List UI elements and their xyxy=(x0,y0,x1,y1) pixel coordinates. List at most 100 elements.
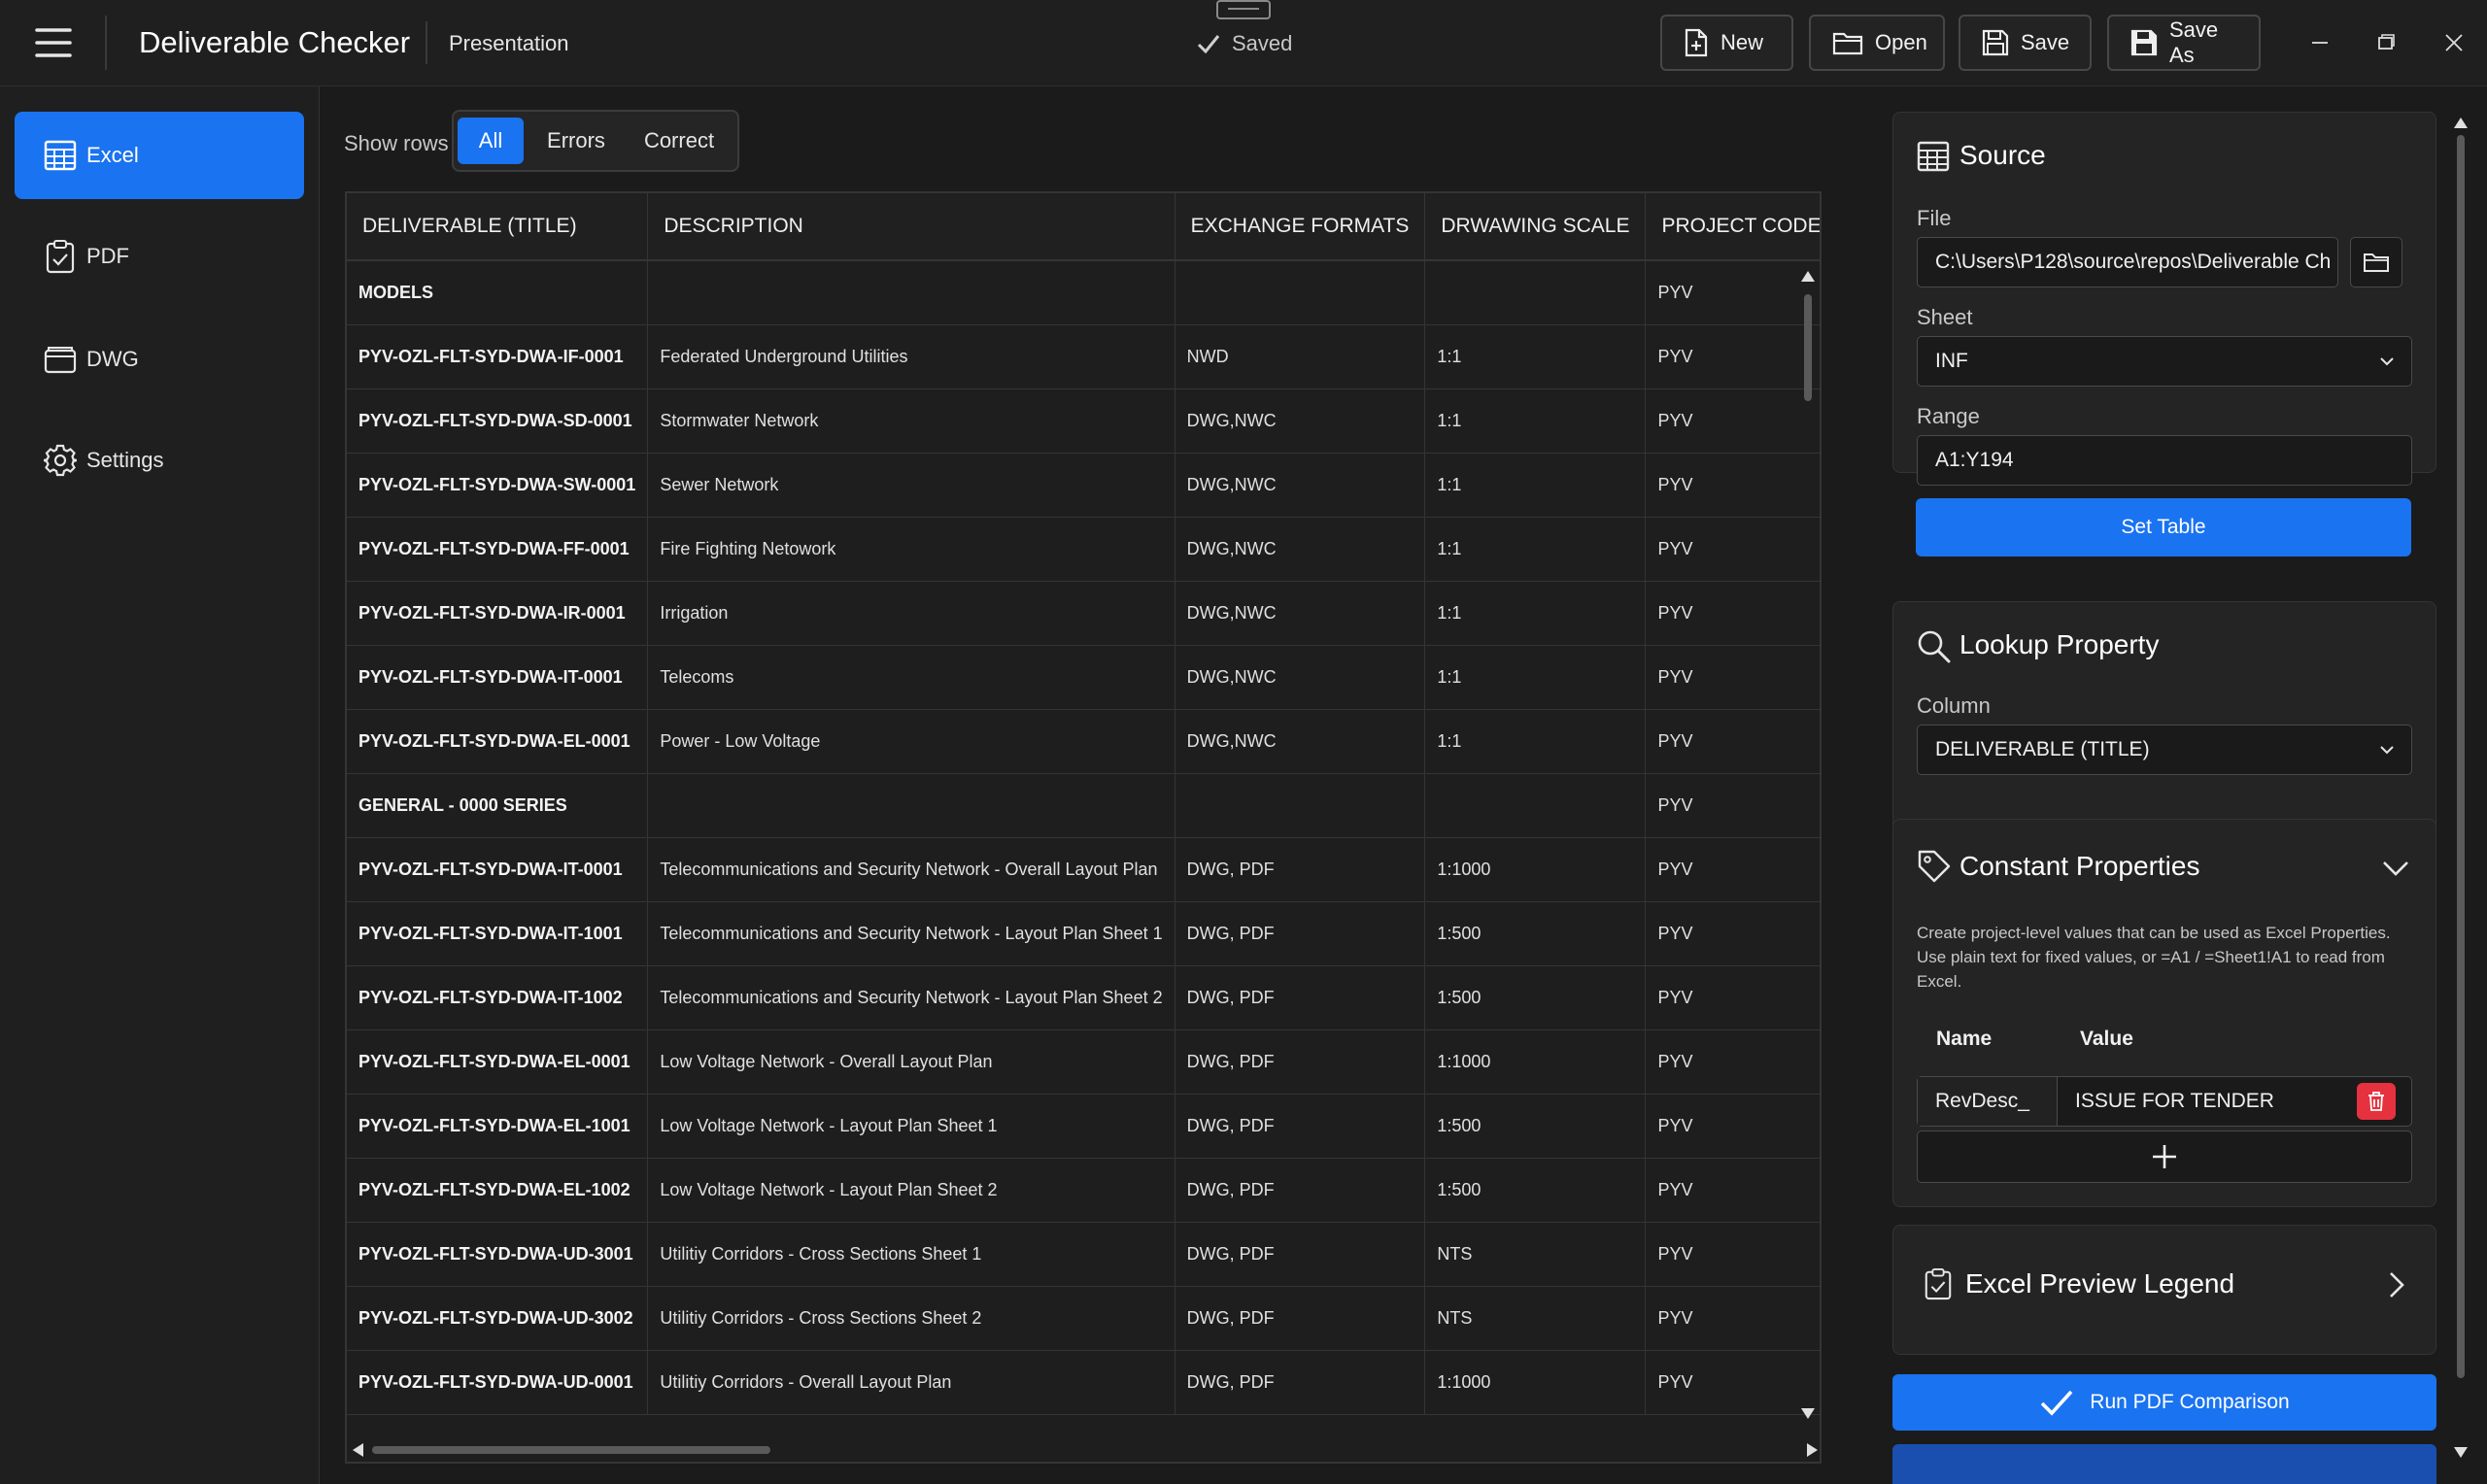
table-row[interactable]: PYV-OZL-FLT-SYD-DWA-IF-0001 Federated Und… xyxy=(347,324,1820,389)
table-cell[interactable]: PYV xyxy=(1645,645,1820,710)
table-cell[interactable] xyxy=(647,773,1175,838)
table-row[interactable]: PYV-OZL-FLT-SYD-DWA-IT-0001 Telecommunica… xyxy=(347,837,1820,902)
table-cell[interactable]: DWG, PDF xyxy=(1175,1350,1426,1415)
table-cell[interactable]: Low Voltage Network - Layout Plan Sheet … xyxy=(647,1094,1175,1159)
panel-vertical-scrollbar[interactable] xyxy=(2446,86,2475,1484)
table-cell[interactable]: Sewer Network xyxy=(647,453,1175,518)
table-cell[interactable]: PYV xyxy=(1645,453,1820,518)
table-cell[interactable]: PYV-OZL-FLT-SYD-DWA-SD-0001 xyxy=(347,388,649,454)
table-cell[interactable]: PYV-OZL-FLT-SYD-DWA-IT-0001 xyxy=(347,645,649,710)
table-cell[interactable]: NTS xyxy=(1424,1222,1647,1287)
filter-all-button[interactable]: All xyxy=(458,118,524,164)
column-header[interactable]: DRWAWING SCALE xyxy=(1424,193,1647,261)
table-cell[interactable]: DWG,NWC xyxy=(1175,517,1426,582)
minimize-icon[interactable] xyxy=(2300,23,2339,62)
table-row[interactable]: PYV-OZL-FLT-SYD-DWA-IT-1002 Telecommunica… xyxy=(347,965,1820,1030)
table-cell[interactable]: PYV xyxy=(1645,709,1820,774)
table-cell[interactable]: Telecommunications and Security Network … xyxy=(647,965,1175,1030)
table-cell[interactable]: PYV-OZL-FLT-SYD-DWA-IT-1001 xyxy=(347,901,649,966)
table-cell[interactable]: Telecoms xyxy=(647,645,1175,710)
lookup-column-select[interactable]: DELIVERABLE (TITLE) xyxy=(1917,725,2412,775)
table-cell[interactable]: 1:500 xyxy=(1424,1094,1647,1159)
table-cell[interactable]: 1:1000 xyxy=(1424,1350,1647,1415)
table-cell[interactable]: PYV-OZL-FLT-SYD-DWA-IR-0001 xyxy=(347,581,649,646)
table-cell[interactable]: PYV-OZL-FLT-SYD-DWA-FF-0001 xyxy=(347,517,649,582)
table-cell[interactable]: Low Voltage Network - Overall Layout Pla… xyxy=(647,1029,1175,1095)
table-cell[interactable]: PYV xyxy=(1645,1286,1820,1351)
add-constant-button[interactable] xyxy=(1917,1130,2412,1183)
table-cell[interactable]: Irrigation xyxy=(647,581,1175,646)
table-cell[interactable]: DWG,NWC xyxy=(1175,453,1426,518)
scroll-up-arrow-icon[interactable] xyxy=(1798,269,1818,285)
constant-name-input[interactable]: RevDesc_ xyxy=(1918,1077,2058,1126)
table-cell[interactable]: DWG, PDF xyxy=(1175,965,1426,1030)
table-cell[interactable] xyxy=(1424,260,1647,325)
table-cell[interactable]: PYV xyxy=(1645,1158,1820,1223)
table-cell[interactable]: Utilitiy Corridors - Overall Layout Plan xyxy=(647,1350,1175,1415)
table-cell[interactable]: 1:1 xyxy=(1424,324,1647,389)
table-row[interactable]: PYV-OZL-FLT-SYD-DWA-UD-3001 Utilitiy Corr… xyxy=(347,1222,1820,1287)
table-row[interactable]: PYV-OZL-FLT-SYD-DWA-EL-1002 Low Voltage N… xyxy=(347,1158,1820,1223)
table-row[interactable]: PYV-OZL-FLT-SYD-DWA-UD-3002 Utilitiy Corr… xyxy=(347,1286,1820,1351)
panel-scroll-thumb[interactable] xyxy=(2457,135,2465,1378)
set-table-button[interactable]: Set Table xyxy=(1916,498,2411,556)
table-cell[interactable]: 1:500 xyxy=(1424,965,1647,1030)
table-cell[interactable]: PYV-OZL-FLT-SYD-DWA-UD-3001 xyxy=(347,1222,649,1287)
scroll-up-arrow-icon[interactable] xyxy=(2451,116,2470,131)
table-cell[interactable]: 1:1000 xyxy=(1424,837,1647,902)
table-cell[interactable]: Federated Underground Utilities xyxy=(647,324,1175,389)
filter-errors-button[interactable]: Errors xyxy=(531,118,621,164)
table-cell[interactable]: DWG, PDF xyxy=(1175,1094,1426,1159)
table-cell[interactable]: Telecommunications and Security Network … xyxy=(647,837,1175,902)
table-cell[interactable]: 1:1 xyxy=(1424,645,1647,710)
table-row[interactable]: MODELSPYVOZL xyxy=(347,260,1820,325)
vertical-scroll-thumb[interactable] xyxy=(1804,294,1812,401)
open-button[interactable]: Open xyxy=(1809,15,1945,71)
table-cell[interactable]: DWG,NWC xyxy=(1175,388,1426,454)
table-cell[interactable]: DWG, PDF xyxy=(1175,1222,1426,1287)
table-cell[interactable]: PYV xyxy=(1645,965,1820,1030)
maximize-icon[interactable] xyxy=(2367,23,2405,62)
table-cell[interactable]: PYV-OZL-FLT-SYD-DWA-IF-0001 xyxy=(347,324,649,389)
column-header[interactable]: DELIVERABLE (TITLE) xyxy=(347,193,649,261)
table-cell[interactable]: GENERAL - 0000 SERIES xyxy=(347,773,649,838)
table-cell[interactable]: Low Voltage Network - Layout Plan Sheet … xyxy=(647,1158,1175,1223)
table-cell[interactable]: PYV xyxy=(1645,1094,1820,1159)
table-cell[interactable]: PYV xyxy=(1645,1350,1820,1415)
horizontal-scrollbar[interactable] xyxy=(347,1436,1820,1462)
table-cell[interactable]: Stormwater Network xyxy=(647,388,1175,454)
filter-correct-button[interactable]: Correct xyxy=(625,118,733,164)
scroll-left-arrow-icon[interactable] xyxy=(351,1440,366,1460)
table-cell[interactable]: DWG, PDF xyxy=(1175,901,1426,966)
table-cell[interactable]: PYV xyxy=(1645,901,1820,966)
table-cell[interactable]: Utilitiy Corridors - Cross Sections Shee… xyxy=(647,1222,1175,1287)
table-cell[interactable]: PYV-OZL-FLT-SYD-DWA-IT-1002 xyxy=(347,965,649,1030)
table-cell[interactable]: PYV-OZL-FLT-SYD-DWA-EL-1001 xyxy=(347,1094,649,1159)
table-cell[interactable] xyxy=(1424,773,1647,838)
table-cell[interactable]: PYV xyxy=(1645,581,1820,646)
range-input[interactable]: A1:Y194 xyxy=(1917,435,2412,486)
table-cell[interactable]: DWG, PDF xyxy=(1175,1286,1426,1351)
table-cell[interactable]: PYV-OZL-FLT-SYD-DWA-SW-0001 xyxy=(347,453,649,518)
table-cell[interactable] xyxy=(1175,773,1426,838)
table-cell[interactable]: PYV xyxy=(1645,1222,1820,1287)
secondary-action-button[interactable] xyxy=(1892,1444,2436,1484)
table-cell[interactable]: NWD xyxy=(1175,324,1426,389)
hamburger-menu-icon[interactable] xyxy=(27,21,78,64)
browse-file-button[interactable] xyxy=(2350,237,2402,287)
save-as-button[interactable]: Save As xyxy=(2107,15,2261,71)
window-drag-handle-icon[interactable] xyxy=(1216,0,1271,21)
sidebar-item-dwg[interactable]: DWG xyxy=(15,316,304,403)
table-row[interactable]: PYV-OZL-FLT-SYD-DWA-SW-0001 Sewer Network… xyxy=(347,453,1820,518)
table-cell[interactable]: MODELS xyxy=(347,260,649,325)
sidebar-item-settings[interactable]: Settings xyxy=(15,417,304,504)
table-cell[interactable]: 1:1 xyxy=(1424,581,1647,646)
table-cell[interactable]: DWG,NWC xyxy=(1175,709,1426,774)
table-row[interactable]: PYV-OZL-FLT-SYD-DWA-IT-0001 Telecoms DWG,N… xyxy=(347,645,1820,710)
vertical-scrollbar[interactable] xyxy=(1798,259,1818,1425)
table-row[interactable]: PYV-OZL-FLT-SYD-DWA-IR-0001 Irrigation DWG… xyxy=(347,581,1820,646)
table-cell[interactable]: PYV xyxy=(1645,773,1820,838)
sidebar-item-pdf[interactable]: PDF xyxy=(15,213,304,300)
table-row[interactable]: PYV-OZL-FLT-SYD-DWA-EL-0001 Power - Low V… xyxy=(347,709,1820,774)
table-cell[interactable]: PYV xyxy=(1645,517,1820,582)
